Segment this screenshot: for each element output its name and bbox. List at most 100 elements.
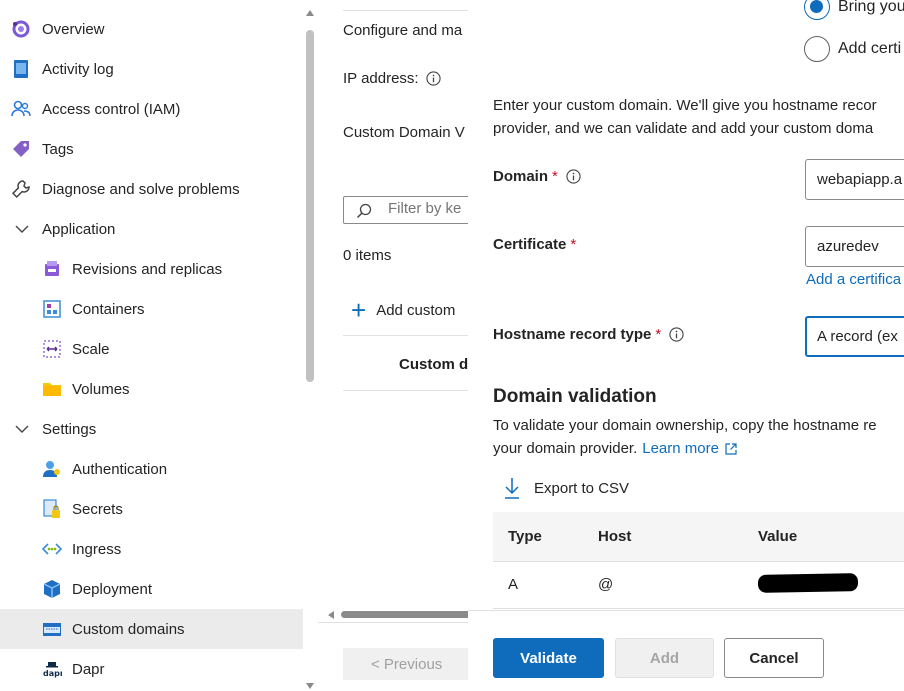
info-icon[interactable] [425, 71, 441, 86]
nav-item-overview[interactable]: Overview [0, 9, 303, 49]
radio-add-certificate[interactable]: Add certi [804, 36, 901, 62]
svg-text:dapr: dapr [43, 669, 62, 678]
hostname-record-type-dropdown[interactable]: A record (ex [805, 316, 904, 357]
required-asterisk: * [552, 168, 558, 185]
table-row: A @ [493, 563, 904, 609]
intro-text-line-2: provider, and we can validate and add yo… [493, 120, 874, 137]
nav-item-ingress[interactable]: Ingress [0, 529, 303, 569]
ip-address-text: IP address: [343, 70, 419, 87]
download-icon [505, 478, 519, 499]
intro-text-line-1: Enter your custom domain. We'll give you… [493, 97, 877, 114]
nav-item-volumes[interactable]: Volumes [0, 369, 303, 409]
certificate-label: Certificate * [493, 236, 576, 253]
validate-button[interactable]: Validate [493, 638, 604, 678]
domain-input[interactable]: webapiapp.a [805, 159, 904, 200]
nav-group-application[interactable]: Application [0, 209, 303, 249]
nav-label: Revisions and replicas [72, 260, 223, 278]
nav-label: Authentication [72, 460, 168, 478]
configure-description: Configure and ma [343, 22, 463, 39]
nav-item-diagnose[interactable]: Diagnose and solve problems [0, 169, 303, 209]
nav-label: Dapr [72, 660, 105, 678]
table-header-row: Type Host Value [493, 512, 904, 562]
cancel-button[interactable]: Cancel [724, 638, 824, 678]
nav-item-custom-domains[interactable]: Custom domains [0, 609, 303, 649]
nav-item-access-control[interactable]: Access control (IAM) [0, 89, 303, 129]
scroll-up-arrow-icon[interactable] [306, 10, 314, 16]
nav-label: Activity log [42, 60, 114, 78]
nav-item-scale[interactable]: Scale [0, 329, 303, 369]
hostname-record-type-text: Hostname record type [493, 326, 652, 343]
nav-label: Access control (IAM) [42, 100, 181, 118]
add-custom-domain-panel: Bring you Add certi Enter your custom do… [468, 0, 904, 691]
column-header-type: Type [508, 528, 542, 545]
scroll-down-arrow-icon[interactable] [306, 683, 314, 689]
add-custom-label: Add custom [376, 301, 456, 319]
radio-bring-your-own-certificate[interactable]: Bring you [804, 0, 904, 20]
cube-icon [42, 579, 62, 599]
nav-label: Deployment [72, 580, 153, 598]
chevron-down-icon [15, 225, 29, 233]
item-count: 0 items [343, 247, 392, 264]
scroll-left-arrow-icon[interactable] [328, 611, 334, 619]
column-header-custom-domain[interactable]: Custom d [399, 356, 468, 373]
domain-validation-heading: Domain validation [493, 386, 657, 407]
divider [343, 390, 478, 391]
radio-unselected-icon[interactable] [804, 36, 830, 62]
radio-label: Add certi [838, 40, 902, 57]
external-link-icon[interactable] [725, 442, 737, 455]
nav-item-dapr[interactable]: dapr Dapr [0, 649, 303, 689]
horizontal-scrollbar-thumb[interactable] [341, 611, 478, 618]
custom-domain-verification-label: Custom Domain V [343, 124, 465, 141]
ingress-icon [42, 539, 62, 559]
horizontal-scrollbar[interactable] [326, 610, 478, 620]
folder-icon [42, 379, 62, 399]
custom-domains-blade: Configure and ma IP address: Custom Doma… [318, 0, 478, 691]
nav-group-settings[interactable]: Settings [0, 409, 303, 449]
nav-label: Tags [42, 140, 74, 158]
previous-button[interactable]: < Previous [343, 648, 478, 680]
resource-menu: Overview Activity log Access control (IA… [0, 0, 304, 691]
nav-label: Scale [72, 340, 110, 358]
nav-label: Diagnose and solve problems [42, 180, 240, 198]
nav-item-tags[interactable]: Tags [0, 129, 303, 169]
domain-validation-text: your domain provider. [493, 440, 638, 457]
domain-label-text: Domain [493, 168, 549, 185]
nav-item-authentication[interactable]: Authentication [0, 449, 303, 489]
required-asterisk: * [570, 236, 577, 253]
radio-selected-icon[interactable] [804, 0, 830, 20]
domain-validation-text-line-1: To validate your domain ownership, copy … [493, 417, 877, 434]
column-header-value: Value [758, 528, 798, 545]
export-to-csv-label: Export to CSV [534, 479, 630, 497]
info-icon[interactable] [669, 327, 684, 342]
radio-label: Bring you [838, 0, 904, 15]
certificate-label-text: Certificate [493, 236, 567, 253]
add-button[interactable]: Add [615, 638, 714, 678]
column-header-host: Host [598, 528, 632, 545]
nav-label: Custom domains [72, 620, 185, 638]
nav-item-containers[interactable]: Containers [0, 289, 303, 329]
www-icon [42, 619, 62, 639]
nav-scrollbar-thumb[interactable] [306, 30, 314, 382]
filter-search-box[interactable] [343, 196, 478, 224]
secret-lock-icon [42, 499, 62, 519]
ip-address-label: IP address: [343, 70, 441, 87]
plus-icon: + [351, 295, 367, 325]
nav-item-secrets[interactable]: Secrets [0, 489, 303, 529]
divider [343, 335, 478, 336]
nav-label: Volumes [72, 380, 130, 398]
scale-icon [42, 339, 62, 359]
add-custom-domain-button[interactable]: + Add custom [351, 295, 456, 325]
add-certificate-link[interactable]: Add a certifica [806, 268, 901, 291]
divider [318, 622, 478, 623]
certificate-dropdown[interactable]: azuredev [805, 226, 904, 267]
nav-item-revisions[interactable]: Revisions and replicas [0, 249, 303, 289]
nav-item-activity-log[interactable]: Activity log [0, 49, 303, 89]
nav-item-deployment[interactable]: Deployment [0, 569, 303, 609]
export-to-csv-button[interactable]: Export to CSV [504, 477, 629, 499]
dapr-icon: dapr [42, 659, 62, 679]
info-icon[interactable] [566, 169, 581, 184]
nav-label: Ingress [72, 540, 122, 558]
filter-input[interactable] [388, 200, 478, 217]
revisions-icon [42, 259, 62, 279]
learn-more-link[interactable]: Learn more [642, 437, 719, 460]
